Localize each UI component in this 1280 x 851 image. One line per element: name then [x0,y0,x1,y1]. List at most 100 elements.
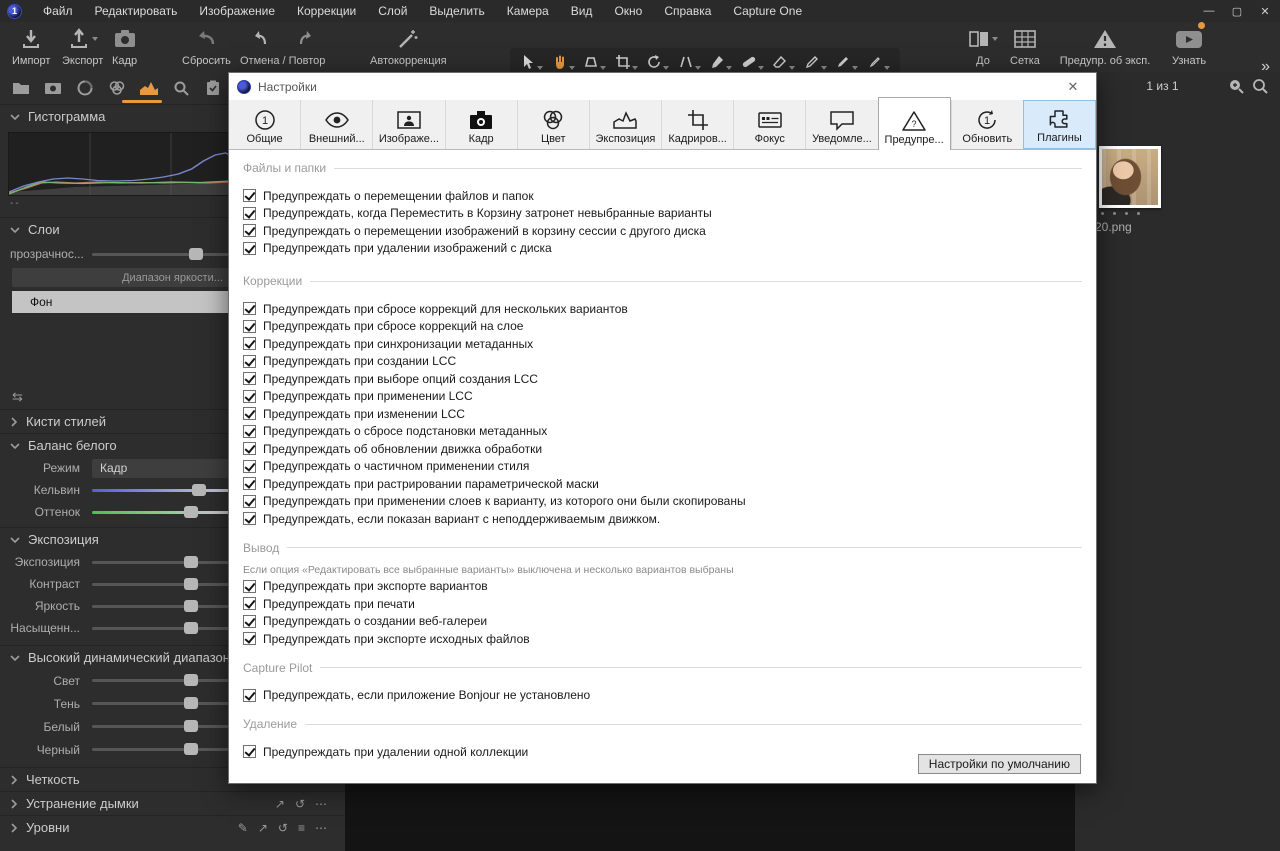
menu-item[interactable]: Файл [32,1,84,21]
gradient-pen-tool[interactable] [867,54,890,70]
menu-item[interactable]: Изображение [188,1,286,21]
warning-option-row[interactable]: Предупреждать, когда Переместить в Корзи… [243,205,1082,223]
dehaze-header[interactable]: Устранение дымки ↗ ↺ ⋯ [0,791,345,815]
folder-icon[interactable] [10,78,32,98]
auto-adjust-button[interactable]: Автокоррекция [370,24,447,67]
tab-focus[interactable]: Фокус [733,100,806,149]
warning-option-row[interactable]: Предупреждать о перемещении файлов и пап… [243,187,1082,205]
picker-icon[interactable]: ✎ [238,821,248,835]
checkbox-checked[interactable] [243,442,256,456]
erase-tool[interactable] [772,54,796,70]
menu-item[interactable]: Выделить [418,1,495,21]
more-icon[interactable]: ⋯ [315,821,327,835]
menu-item[interactable]: Коррекции [286,1,367,21]
menu-item[interactable]: Редактировать [84,1,189,21]
slider-handle[interactable] [191,483,206,496]
color-wheels-icon[interactable] [106,78,128,98]
slider-handle[interactable] [184,697,199,709]
more-tools-button[interactable]: » [1261,58,1270,76]
pick-tool[interactable] [804,54,827,70]
slider-handle[interactable] [184,674,199,686]
warning-option-row[interactable]: Предупреждать при применении слоев к вар… [243,493,1082,511]
slider-handle[interactable] [184,720,199,732]
levels-header[interactable]: Уровни ✎ ↗ ↺ ≡ ⋯ [0,815,345,839]
lens-icon[interactable] [74,78,96,98]
minimize-icon[interactable]: — [1202,5,1216,17]
slider-handle[interactable] [184,505,199,518]
tab-notifications[interactable]: Уведомле... [805,100,878,149]
checkbox-checked[interactable] [243,372,256,386]
checkbox-checked[interactable] [243,224,256,238]
straighten-tool[interactable] [678,54,701,70]
checkbox-checked[interactable] [243,597,256,611]
tab-general[interactable]: 1 Общие [229,100,301,149]
checkbox-checked[interactable] [243,337,256,351]
tab-capture[interactable]: Кадр [444,100,517,149]
maximize-icon[interactable]: ▢ [1230,5,1244,18]
warning-option-row[interactable]: Предупреждать, если приложение Bonjour н… [243,687,1082,705]
defaults-button[interactable]: Настройки по умолчанию [917,754,1081,774]
presets-icon[interactable]: ≡ [298,821,305,835]
checkbox-checked[interactable] [243,494,256,508]
warning-option-row[interactable]: Предупреждать при сбросе коррекций для н… [243,300,1082,318]
tab-color[interactable]: Цвет [516,100,589,149]
checkbox-checked[interactable] [243,477,256,491]
warning-option-row[interactable]: Предупреждать о сбросе подстановки метад… [243,423,1082,441]
checkbox-checked[interactable] [243,632,256,646]
menu-item[interactable]: Камера [496,1,560,21]
zoom-in-icon[interactable] [1228,78,1244,94]
tab-exposure[interactable]: Экспозиция [588,100,662,149]
warning-option-row[interactable]: Предупреждать при применении LCC [243,388,1082,406]
checkbox-checked[interactable] [243,424,256,438]
checkbox-checked[interactable] [243,459,256,473]
close-icon[interactable]: ✕ [1258,5,1272,18]
import-button[interactable]: Импорт [12,24,50,67]
magnifier-icon[interactable] [170,78,192,98]
checkbox-checked[interactable] [243,241,256,255]
undo-redo-buttons[interactable]: Отмена / Повтор [240,24,325,67]
menu-item[interactable]: Слой [367,1,418,21]
slider-handle[interactable] [184,555,199,568]
slider-handle[interactable] [184,577,199,590]
slider-handle[interactable] [184,743,199,755]
rating-dots[interactable] [1101,212,1140,215]
warning-option-row[interactable]: Предупреждать об обновлении движка обраб… [243,440,1082,458]
close-icon[interactable]: ✕ [1058,79,1088,95]
loupe-tool[interactable] [583,54,607,70]
exposure-warning-button[interactable]: Предупр. об эксп. [1055,24,1155,67]
checkbox-checked[interactable] [243,512,256,526]
warning-option-row[interactable]: Предупреждать о создании веб-галереи [243,613,1082,631]
warning-option-row[interactable]: Предупреждать при создании LCC [243,353,1082,371]
crop-tool[interactable] [615,54,638,70]
capture-button[interactable]: Кадр [112,24,137,67]
checkbox-checked[interactable] [243,745,256,759]
export-button[interactable]: Экспорт [62,24,103,67]
search-icon[interactable] [1252,78,1268,94]
warning-option-row[interactable]: Предупреждать при экспорте исходных файл… [243,630,1082,648]
warning-option-row[interactable]: Предупреждать о перемещении изображений … [243,222,1082,240]
checkbox-checked[interactable] [243,579,256,593]
slider-handle[interactable] [184,599,199,612]
more-icon[interactable]: ⋯ [315,797,327,811]
reset-section-icon[interactable]: ↺ [278,821,288,835]
warning-option-row[interactable]: Предупреждать при изменении LCC [243,405,1082,423]
reset-section-icon[interactable]: ↺ [295,797,305,811]
checkbox-checked[interactable] [243,407,256,421]
warning-option-row[interactable]: Предупреждать, если показан вариант с не… [243,510,1082,528]
checkbox-checked[interactable] [243,319,256,333]
pan-tool[interactable] [552,54,575,70]
warning-option-row[interactable]: Предупреждать при выборе опций создания … [243,370,1082,388]
before-after-button[interactable]: До [968,24,998,67]
grid-button[interactable]: Сетка [1010,24,1040,67]
checkbox-checked[interactable] [243,614,256,628]
slider-handle[interactable] [189,247,204,260]
rotate-tool[interactable] [646,54,670,70]
warning-option-row[interactable]: Предупреждать о частичном применении сти… [243,458,1082,476]
menu-item[interactable]: Окно [603,1,653,21]
reset-button[interactable]: Сбросить [182,24,231,67]
tab-plugins[interactable]: Плагины [1022,100,1097,149]
checkbox-checked[interactable] [243,389,256,403]
thumbnail-card[interactable] [1099,146,1161,208]
menu-item[interactable]: Вид [560,1,604,21]
select-tool[interactable] [520,54,544,70]
